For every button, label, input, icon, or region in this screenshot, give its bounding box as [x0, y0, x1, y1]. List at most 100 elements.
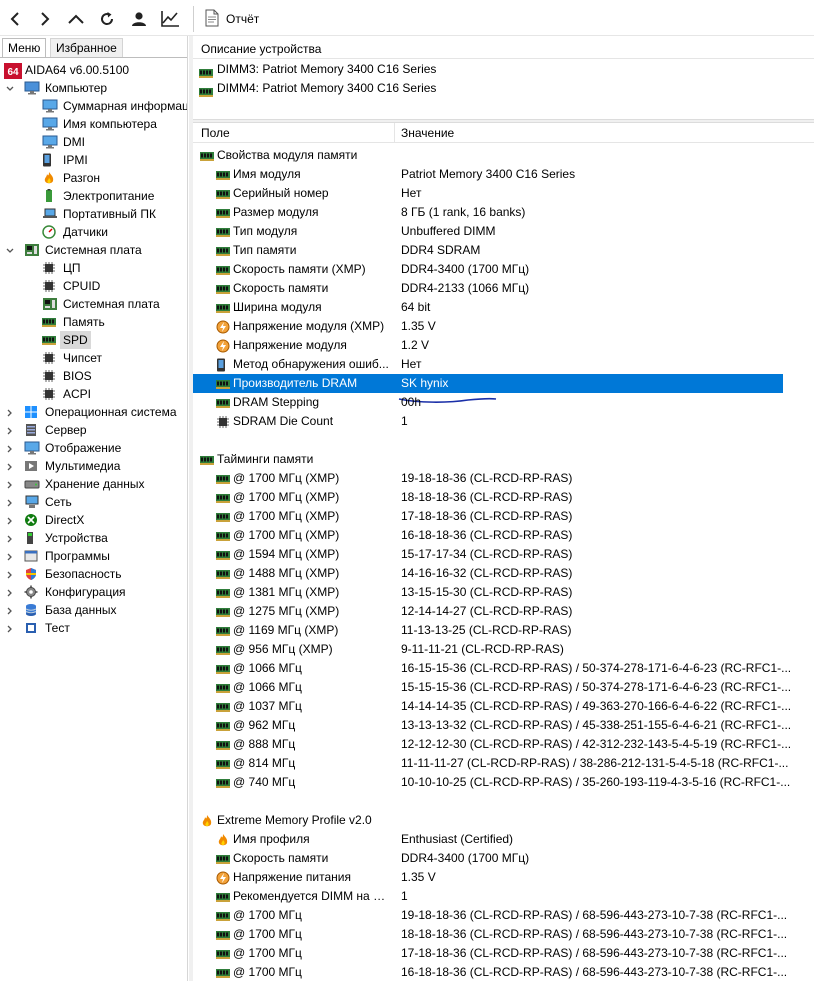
chevron-right-icon[interactable] [4, 403, 16, 421]
tree-item[interactable]: Системная плата [0, 241, 187, 259]
tab-menu[interactable]: Меню [2, 38, 47, 58]
property-row[interactable]: @ 1700 МГц (XMP) 17-18-18-36 (CL-RCD-RP-R… [193, 507, 814, 526]
tab-favorites[interactable]: Избранное [50, 38, 123, 58]
chevron-right-icon[interactable] [4, 601, 16, 619]
tree-item[interactable]: Отображение [0, 439, 187, 457]
property-row[interactable]: @ 1700 МГц (XMP) 19-18-18-36 (CL-RCD-RP-R… [193, 469, 814, 488]
property-row[interactable]: @ 1037 МГц 14-14-14-35 (CL-RCD-RP-RAS) / … [193, 697, 814, 716]
refresh-icon[interactable] [94, 6, 120, 32]
tree-item[interactable]: Системная плата [0, 295, 187, 313]
tree-item[interactable]: ЦП [0, 259, 187, 277]
tree-item[interactable]: Сеть [0, 493, 187, 511]
chevron-right-icon[interactable] [4, 565, 16, 583]
property-row[interactable]: @ 814 МГц 11-11-11-27 (CL-RCD-RP-RAS) / 3… [193, 754, 814, 773]
tree-item[interactable]: Портативный ПК [0, 205, 187, 223]
chevron-right-icon[interactable] [4, 619, 16, 637]
chevron-right-icon[interactable] [4, 511, 16, 529]
tree-item[interactable]: Хранение данных [0, 475, 187, 493]
column-header-value[interactable]: Значение [401, 123, 454, 143]
property-row[interactable]: @ 1594 МГц (XMP) 15-17-17-34 (CL-RCD-RP-R… [193, 545, 814, 564]
property-row[interactable]: @ 1700 МГц 17-18-18-36 (CL-RCD-RP-RAS) / … [193, 944, 814, 963]
property-row[interactable]: Метод обнаружения ошиб... Нет [193, 355, 814, 374]
tree-item[interactable]: Датчики [0, 223, 187, 241]
property-row[interactable]: Размер модуля 8 ГБ (1 rank, 16 banks) [193, 203, 814, 222]
tree-item[interactable]: IPMI [0, 151, 187, 169]
property-row[interactable]: @ 1066 МГц 16-15-15-36 (CL-RCD-RP-RAS) / … [193, 659, 814, 678]
property-row[interactable]: Скорость памяти DDR4-3400 (1700 МГц) [193, 849, 814, 868]
device-item[interactable]: DIMM4: Patriot Memory 3400 C16 Series [193, 79, 814, 98]
tree-item[interactable]: Суммарная информац [0, 97, 187, 115]
property-row[interactable]: Тип памяти DDR4 SDRAM [193, 241, 814, 260]
user-icon[interactable] [126, 6, 152, 32]
property-row[interactable]: Имя профиля Enthusiast (Certified) [193, 830, 814, 849]
tree-item[interactable]: Память [0, 313, 187, 331]
tree-item[interactable]: Тест [0, 619, 187, 637]
tree-item[interactable]: Устройства [0, 529, 187, 547]
back-icon[interactable] [2, 6, 28, 32]
chart-icon[interactable] [157, 6, 183, 32]
property-row[interactable]: @ 1700 МГц 18-18-18-36 (CL-RCD-RP-RAS) / … [193, 925, 814, 944]
property-row[interactable]: @ 888 МГц 12-12-12-30 (CL-RCD-RP-RAS) / 4… [193, 735, 814, 754]
section-header-row[interactable]: Тайминги памяти [193, 450, 814, 469]
property-row[interactable]: @ 1700 МГц 16-18-18-36 (CL-RCD-RP-RAS) / … [193, 963, 814, 981]
up-icon[interactable] [63, 6, 89, 32]
property-row[interactable]: Рекомендуется DIMM на ка... 1 [193, 887, 814, 906]
chevron-right-icon[interactable] [4, 457, 16, 475]
tree-item[interactable]: Сервер [0, 421, 187, 439]
device-item[interactable]: DIMM3: Patriot Memory 3400 C16 Series [193, 60, 814, 79]
chevron-right-icon[interactable] [4, 547, 16, 565]
property-row[interactable]: Скорость памяти DDR4-2133 (1066 МГц) [193, 279, 814, 298]
tree-item[interactable]: Имя компьютера [0, 115, 187, 133]
column-header-field[interactable]: Поле [201, 123, 230, 143]
property-row[interactable]: Ширина модуля 64 bit [193, 298, 814, 317]
property-row[interactable]: DRAM Stepping 00h [193, 393, 814, 412]
chevron-right-icon[interactable] [4, 493, 16, 511]
tree-item[interactable]: Безопасность [0, 565, 187, 583]
property-row[interactable]: Напряжение питания 1.35 V [193, 868, 814, 887]
tree-item[interactable]: ACPI [0, 385, 187, 403]
tree-item[interactable]: DMI [0, 133, 187, 151]
property-row[interactable]: @ 956 МГц (XMP) 9-11-11-21 (CL-RCD-RP-RAS… [193, 640, 814, 659]
chevron-right-icon[interactable] [4, 529, 16, 547]
chevron-right-icon[interactable] [4, 439, 16, 457]
property-row[interactable]: Напряжение модуля (XMP) 1.35 V [193, 317, 814, 336]
property-row[interactable]: @ 1700 МГц 19-18-18-36 (CL-RCD-RP-RAS) / … [193, 906, 814, 925]
property-row[interactable]: Тип модуля Unbuffered DIMM [193, 222, 814, 241]
tree-item[interactable]: SPD [0, 331, 187, 349]
chevron-right-icon[interactable] [4, 421, 16, 439]
property-row[interactable]: @ 1275 МГц (XMP) 12-14-14-27 (CL-RCD-RP-R… [193, 602, 814, 621]
section-header-row[interactable]: Свойства модуля памяти [193, 146, 814, 165]
property-row[interactable]: @ 962 МГц 13-13-13-32 (CL-RCD-RP-RAS) / 4… [193, 716, 814, 735]
property-row[interactable]: @ 740 МГц 10-10-10-25 (CL-RCD-RP-RAS) / 3… [193, 773, 814, 792]
chevron-right-icon[interactable] [4, 475, 16, 493]
tree-item[interactable]: Электропитание [0, 187, 187, 205]
property-row[interactable]: @ 1488 МГц (XMP) 14-16-16-32 (CL-RCD-RP-R… [193, 564, 814, 583]
tree-item[interactable]: BIOS [0, 367, 187, 385]
property-row[interactable]: Серийный номер Нет [193, 184, 814, 203]
tree-item[interactable]: Компьютер [0, 79, 187, 97]
tree-item[interactable]: CPUID [0, 277, 187, 295]
property-row[interactable]: Скорость памяти (XMP) DDR4-3400 (1700 МГц… [193, 260, 814, 279]
column-divider[interactable] [394, 123, 395, 143]
property-row[interactable]: @ 1700 МГц (XMP) 16-18-18-36 (CL-RCD-RP-R… [193, 526, 814, 545]
property-row[interactable]: Напряжение модуля 1.2 V [193, 336, 814, 355]
property-row[interactable]: @ 1169 МГц (XMP) 11-13-13-25 (CL-RCD-RP-R… [193, 621, 814, 640]
report-button[interactable]: Отчёт [205, 7, 259, 31]
property-row[interactable]: Имя модуля Patriot Memory 3400 C16 Series [193, 165, 814, 184]
tree-item[interactable]: База данных [0, 601, 187, 619]
forward-icon[interactable] [32, 6, 58, 32]
selected-property-row[interactable]: Производитель DRAM SK hynix [193, 374, 783, 403]
tree-item[interactable]: Конфигурация [0, 583, 187, 601]
chevron-down-icon[interactable] [4, 79, 16, 97]
property-row[interactable]: @ 1066 МГц 15-15-15-36 (CL-RCD-RP-RAS) / … [193, 678, 814, 697]
property-row[interactable]: SDRAM Die Count 1 [193, 412, 814, 431]
tree-item[interactable]: Разгон [0, 169, 187, 187]
tree-item[interactable]: Мультимедиа [0, 457, 187, 475]
tree-item[interactable]: DirectX [0, 511, 187, 529]
tree-item[interactable]: Программы [0, 547, 187, 565]
tree-item[interactable]: 64 AIDA64 v6.00.5100 [0, 61, 187, 79]
section-header-row[interactable]: Extreme Memory Profile v2.0 [193, 811, 814, 830]
property-row[interactable]: @ 1700 МГц (XMP) 18-18-18-36 (CL-RCD-RP-R… [193, 488, 814, 507]
chevron-right-icon[interactable] [4, 583, 16, 601]
property-row[interactable]: @ 1381 МГц (XMP) 13-15-15-30 (CL-RCD-RP-R… [193, 583, 814, 602]
